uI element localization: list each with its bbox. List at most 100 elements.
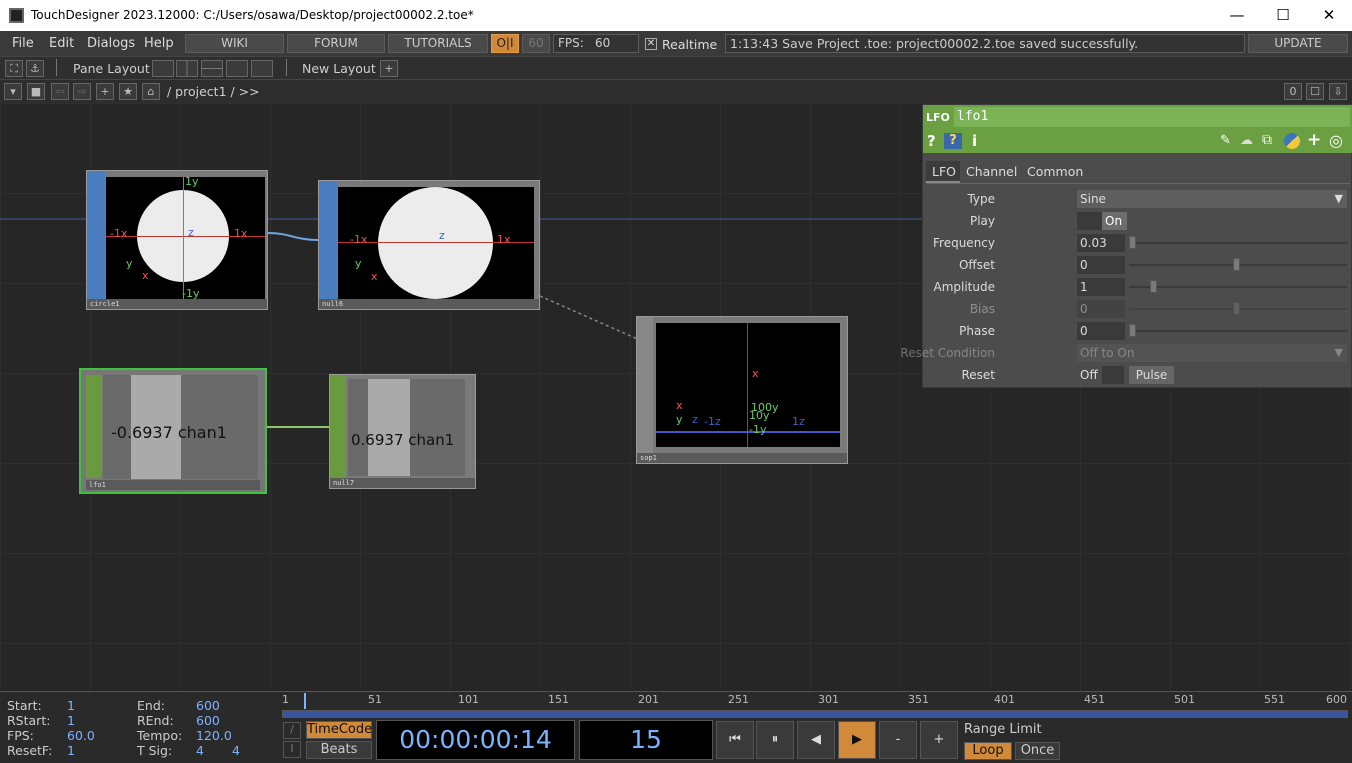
node-flag-strip[interactable] (87, 171, 105, 299)
timecode-display[interactable]: 00:00:00:14 (376, 720, 575, 760)
play-toggle-off-side[interactable] (1077, 212, 1102, 230)
type-dropdown[interactable]: Sine ▼ (1077, 190, 1347, 208)
node-name[interactable]: circle1 (87, 299, 267, 309)
phase-field[interactable]: 0 (1077, 322, 1125, 340)
add-operator-icon[interactable]: + (96, 83, 114, 100)
node-name[interactable]: sop1 (637, 453, 847, 463)
layout-single-button[interactable] (152, 60, 174, 77)
layout-four-button[interactable] (251, 60, 273, 77)
forum-button[interactable]: FORUM (287, 34, 385, 53)
node-flag-strip[interactable] (86, 375, 102, 478)
pane-type-icon[interactable]: ⛶ (5, 60, 23, 77)
node-flag-strip[interactable] (330, 375, 346, 478)
rstart-value[interactable]: 1 (67, 713, 75, 728)
frequency-field[interactable]: 0.03 (1077, 234, 1125, 252)
layout-split-v-button[interactable] (176, 60, 198, 77)
clone-icon[interactable]: ⧉ (1262, 132, 1272, 148)
end-value[interactable]: 600 (196, 698, 220, 713)
node-flag-strip[interactable] (637, 317, 653, 453)
slider-handle[interactable] (1150, 280, 1157, 293)
menu-dialogs[interactable]: Dialogs (87, 36, 135, 51)
oi-toggle[interactable]: O|I (491, 34, 519, 53)
python-icon[interactable] (1284, 133, 1300, 149)
slider-handle[interactable] (1129, 236, 1136, 249)
fps-value[interactable]: 60.0 (67, 728, 95, 743)
python-help-icon[interactable]: ? (944, 133, 962, 149)
rend-value[interactable]: 600 (196, 713, 220, 728)
update-button[interactable]: UPDATE (1248, 34, 1348, 53)
bookmark-star-icon[interactable]: ★ (119, 83, 137, 100)
layout-three-button[interactable] (226, 60, 248, 77)
playhead[interactable] (304, 693, 306, 709)
dropdown-chevron-icon[interactable]: ▾ (4, 83, 22, 100)
lfo1-node[interactable]: -0.6937 chan1 lfo1 (79, 368, 267, 494)
tab-common[interactable]: Common (1027, 164, 1083, 179)
play-forward-icon[interactable]: ▶ (838, 721, 876, 759)
tsig-numerator[interactable]: 4 (196, 743, 204, 758)
close-button[interactable]: ✕ (1306, 0, 1352, 31)
slash-toggle-icon[interactable]: / (283, 722, 301, 739)
info-icon[interactable]: i (972, 132, 977, 150)
circle1-node[interactable]: 1y -1y -1x 1x z y x circle1 (86, 170, 268, 310)
timecode-button[interactable]: TimeCode (306, 721, 372, 739)
bar-toggle-icon[interactable]: I (283, 741, 301, 758)
add-icon[interactable]: + (1307, 130, 1321, 150)
home-icon[interactable]: ⌂ (142, 83, 160, 100)
minimize-button[interactable]: — (1214, 0, 1260, 31)
frame-display[interactable]: 15 (579, 720, 713, 760)
loop-button[interactable]: Loop (964, 742, 1012, 760)
operator-name-field[interactable]: lfo1 (954, 107, 1350, 127)
forward-arrow-icon[interactable]: ⇨ (73, 83, 91, 100)
skip-to-start-icon[interactable]: ⏮ (716, 721, 754, 759)
tab-lfo[interactable]: LFO (926, 161, 960, 183)
slider-handle[interactable] (1129, 324, 1136, 337)
sop1-node[interactable]: x 100y 10y -1y -1z 1z x y z sop1 (636, 316, 848, 464)
stop-icon[interactable]: ■ (27, 83, 45, 100)
once-button[interactable]: Once (1015, 742, 1060, 760)
phase-slider[interactable] (1129, 324, 1347, 337)
pulse-button[interactable]: Pulse (1129, 366, 1174, 384)
node-name[interactable]: null6 (319, 299, 539, 309)
frequency-slider[interactable] (1129, 236, 1347, 249)
fps-limit-box[interactable]: 60 (522, 34, 550, 53)
tsig-denominator[interactable]: 4 (232, 743, 240, 758)
menu-file[interactable]: File (12, 36, 34, 51)
offset-field[interactable]: 0 (1077, 256, 1125, 274)
menu-edit[interactable]: Edit (49, 36, 74, 51)
reset-toggle-on-side[interactable] (1102, 366, 1124, 384)
resetf-value[interactable]: 1 (67, 743, 75, 758)
range-scrollbar[interactable] (282, 710, 1348, 718)
target-icon[interactable]: ◎ (1329, 131, 1343, 150)
slider-handle[interactable] (1233, 258, 1240, 271)
null7-node[interactable]: 0.6937 chan1 null7 (329, 374, 476, 489)
new-layout-add-button[interactable]: + (380, 60, 398, 77)
null6-node[interactable]: -1x 1x z y x null6 (318, 180, 540, 310)
wiki-button[interactable]: WIKI (185, 34, 284, 53)
start-value[interactable]: 1 (67, 698, 75, 713)
maximize-button[interactable]: ☐ (1260, 0, 1306, 31)
pane-maximize-icon[interactable]: ☐ (1306, 83, 1324, 100)
amplitude-field[interactable]: 1 (1077, 278, 1125, 296)
node-flag-strip[interactable] (319, 181, 337, 299)
pause-icon[interactable]: ⏸ (756, 721, 794, 759)
pencil-icon[interactable]: ✎ (1220, 133, 1231, 148)
back-arrow-icon[interactable]: ⇦ (51, 83, 69, 100)
realtime-checkbox[interactable]: ✕ (645, 38, 657, 50)
network-path[interactable]: / project1 / >> (167, 84, 260, 99)
layout-split-h-button[interactable] (201, 60, 223, 77)
node-name[interactable]: null7 (330, 478, 475, 488)
node-name[interactable]: lfo1 (86, 480, 260, 490)
offset-slider[interactable] (1129, 258, 1347, 271)
play-reverse-icon[interactable]: ◀ (797, 721, 835, 759)
help-icon[interactable]: ? (927, 132, 936, 150)
menu-help[interactable]: Help (144, 36, 174, 51)
anchor-icon[interactable]: ⚓ (26, 60, 44, 77)
tutorials-button[interactable]: TUTORIALS (388, 34, 488, 53)
play-toggle[interactable]: On (1102, 212, 1127, 230)
import-arrow-icon[interactable]: ⇩ (1329, 83, 1347, 100)
tempo-value[interactable]: 120.0 (196, 728, 232, 743)
step-forward-button[interactable]: + (920, 721, 958, 759)
beats-button[interactable]: Beats (306, 741, 372, 759)
comment-icon[interactable]: ☁ (1240, 133, 1253, 148)
frame-ruler[interactable]: 1 51 101 151 201 251 301 351 401 451 501… (280, 692, 1352, 710)
